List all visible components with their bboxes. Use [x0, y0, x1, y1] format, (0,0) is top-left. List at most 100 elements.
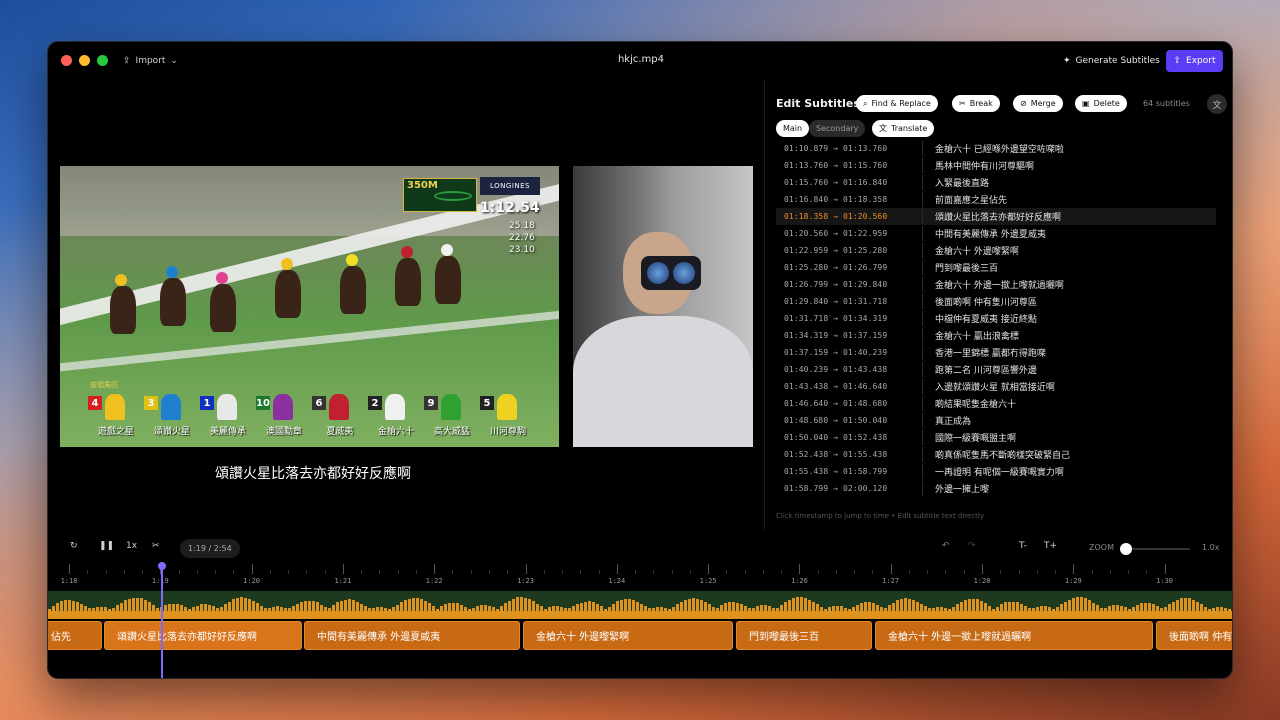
subtitle-timestamp[interactable]: 01:43.438 → 01:46.640: [776, 382, 916, 391]
generate-subtitles-button[interactable]: ✦ Generate Subtitles: [1063, 52, 1160, 70]
subtitle-row[interactable]: 01:43.438 → 01:46.640 入邊就頌讚火星 就相當接近啊: [776, 378, 1216, 395]
subtitle-text[interactable]: 金槍六十 贏出浪禽標: [935, 329, 1019, 342]
subtitle-text[interactable]: 前面嘉應之星佔先: [935, 193, 1007, 206]
break-button[interactable]: ✂ Break: [952, 95, 1000, 112]
subtitle-row[interactable]: 01:13.760 → 01:15.760 馬林中間仲有川河尊驅啊: [776, 157, 1216, 174]
subtitle-text[interactable]: 真正成為: [935, 414, 971, 427]
subtitle-text[interactable]: 外邊一擁上嚟: [935, 482, 989, 495]
subtitle-timestamp[interactable]: 01:37.159 → 01:40.239: [776, 348, 916, 357]
waveform-bar: [1160, 608, 1163, 613]
redo-icon[interactable]: ↷: [968, 541, 976, 551]
subtitle-row[interactable]: 01:55.438 → 01:58.799 一再證明 有呢個一級賽嘅實力啊: [776, 463, 1216, 480]
subtitle-text[interactable]: 一再證明 有呢個一級賽嘅實力啊: [935, 465, 1064, 478]
subtitle-timestamp[interactable]: 01:40.239 → 01:43.438: [776, 365, 916, 374]
subtitle-block[interactable]: 後面啲啊 仲有: [1156, 621, 1232, 650]
merge-button[interactable]: ⊘ Merge: [1013, 95, 1063, 112]
waveform-bar: [800, 597, 803, 613]
subtitle-text[interactable]: 中檔仲有夏威夷 接近終點: [935, 312, 1037, 325]
subtitle-text[interactable]: 後面啲啊 仲有隻川河尊區: [935, 295, 1037, 308]
undo-icon[interactable]: ↶: [942, 541, 950, 551]
subtitle-row[interactable]: 01:10.879 → 01:13.760 金槍六十 已經喺外邊望空咗㗎啦: [776, 140, 1216, 157]
subtitle-text[interactable]: 馬林中間仲有川河尊驅啊: [935, 159, 1034, 172]
subtitle-text[interactable]: 入緊最後直路: [935, 176, 989, 189]
subtitle-timestamp[interactable]: 01:18.358 → 01:20.560: [776, 212, 916, 221]
video-player[interactable]: 350M LONGINES 1:12.54 25.18 22.76 23.10 …: [48, 80, 764, 530]
tab-main[interactable]: Main: [776, 120, 810, 137]
subtitle-row[interactable]: 01:18.358 → 01:20.560 頌讚火星比落去亦都好好反應啊: [776, 208, 1216, 225]
subtitle-block[interactable]: 金槍六十 外邊嚟緊啊: [523, 621, 733, 650]
subtitle-text[interactable]: 香港一里錦標 贏都冇得跑㗎: [935, 346, 1046, 359]
zoom-slider[interactable]: [1120, 543, 1190, 555]
subtitle-timestamp[interactable]: 01:22.959 → 01:25.280: [776, 246, 916, 255]
subtitle-timestamp[interactable]: 01:31.718 → 01:34.319: [776, 314, 916, 323]
find-replace-button[interactable]: ⌕ Find & Replace: [856, 95, 938, 112]
tab-secondary[interactable]: Secondary: [809, 120, 866, 137]
ruler-tick: [982, 564, 983, 574]
subtitle-text[interactable]: 金槍六十 外邊一撳上嚟就過曬啊: [935, 278, 1064, 291]
subtitle-row[interactable]: 01:34.319 → 01:37.159 金槍六十 贏出浪禽標: [776, 327, 1216, 344]
waveform-bar: [1032, 608, 1035, 613]
subtitle-row[interactable]: 01:22.959 → 01:25.280 金槍六十 外邊嚟緊啊: [776, 242, 1216, 259]
subtitle-row[interactable]: 01:58.799 → 02:00.120 外邊一擁上嚟: [776, 480, 1216, 497]
race-timer: 1:12.54: [480, 200, 540, 216]
subtitle-timestamp[interactable]: 01:25.280 → 01:26.799: [776, 263, 916, 272]
subtitle-text[interactable]: 門到嚟最後三百: [935, 261, 998, 274]
subtitle-row[interactable]: 01:16.840 → 01:18.358 前面嘉應之星佔先: [776, 191, 1216, 208]
subtitle-text[interactable]: 中間有美麗傳承 外邊夏威夷: [935, 227, 1046, 240]
subtitle-timestamp[interactable]: 01:15.760 → 01:16.840: [776, 178, 916, 187]
subtitle-block[interactable]: 佔先: [48, 621, 102, 650]
subtitle-row[interactable]: 01:20.560 → 01:22.959 中間有美麗傳承 外邊夏威夷: [776, 225, 1216, 242]
subtitle-text[interactable]: 國際一級賽嘅盟主啊: [935, 431, 1016, 444]
subtitle-timestamp[interactable]: 01:13.760 → 01:15.760: [776, 161, 916, 170]
export-button[interactable]: ⇪ Export: [1166, 50, 1223, 72]
speed-button[interactable]: 1x: [126, 541, 137, 551]
subtitle-text[interactable]: 跑第二名 川河尊區響外邊: [935, 363, 1037, 376]
subtitle-timestamp[interactable]: 01:26.799 → 01:29.840: [776, 280, 916, 289]
playhead-handle[interactable]: [158, 562, 166, 570]
loop-icon[interactable]: ↻: [70, 541, 78, 551]
audio-waveform[interactable]: [48, 591, 1232, 619]
subtitle-row[interactable]: 01:37.159 → 01:40.239 香港一里錦標 贏都冇得跑㗎: [776, 344, 1216, 361]
subtitle-block[interactable]: 金槍六十 外邊一撳上嚟就過曬啊: [875, 621, 1153, 650]
subtitle-row[interactable]: 01:40.239 → 01:43.438 跑第二名 川河尊區響外邊: [776, 361, 1216, 378]
subtitle-text[interactable]: 頌讚火星比落去亦都好好反應啊: [935, 210, 1061, 223]
delete-button[interactable]: ▣ Delete: [1075, 95, 1127, 112]
subtitle-text[interactable]: 啲結果呢隻金槍六十: [935, 397, 1016, 410]
subtitle-timestamp[interactable]: 01:16.840 → 01:18.358: [776, 195, 916, 204]
playhead[interactable]: [161, 562, 163, 678]
subtitle-text[interactable]: 入邊就頌讚火星 就相當接近啊: [935, 380, 1055, 393]
subtitle-row[interactable]: 01:52.438 → 01:55.438 啲真係呢隻馬不斷啲樣突破緊自己: [776, 446, 1216, 463]
subtitle-timestamp[interactable]: 01:10.879 → 01:13.760: [776, 144, 916, 153]
subtitle-text[interactable]: 金槍六十 已經喺外邊望空咗㗎啦: [935, 142, 1064, 155]
text-larger-button[interactable]: T+: [1044, 541, 1057, 551]
subtitle-timestamp[interactable]: 01:46.640 → 01:48.680: [776, 399, 916, 408]
timeline-ruler[interactable]: 1:181:191:201:211:221:231:241:251:261:27…: [48, 562, 1232, 590]
subtitle-timestamp[interactable]: 01:55.438 → 01:58.799: [776, 467, 916, 476]
subtitle-row[interactable]: 01:15.760 → 01:16.840 入緊最後直路: [776, 174, 1216, 191]
subtitle-row[interactable]: 01:25.280 → 01:26.799 門到嚟最後三百: [776, 259, 1216, 276]
subtitle-timestamp[interactable]: 01:34.319 → 01:37.159: [776, 331, 916, 340]
subtitle-timestamp[interactable]: 01:58.799 → 02:00.120: [776, 484, 916, 493]
subtitle-row[interactable]: 01:26.799 → 01:29.840 金槍六十 外邊一撳上嚟就過曬啊: [776, 276, 1216, 293]
subtitle-text[interactable]: 金槍六十 外邊嚟緊啊: [935, 244, 1019, 257]
translate-button[interactable]: 文 Translate: [872, 120, 935, 137]
subtitle-block[interactable]: 中間有美麗傳承 外邊夏威夷: [304, 621, 520, 650]
subtitle-row[interactable]: 01:29.840 → 01:31.718 後面啲啊 仲有隻川河尊區: [776, 293, 1216, 310]
subtitle-timestamp[interactable]: 01:52.438 → 01:55.438: [776, 450, 916, 459]
subtitle-timestamp[interactable]: 01:29.840 → 01:31.718: [776, 297, 916, 306]
zoom-slider-handle[interactable]: [1120, 543, 1132, 555]
subtitle-row[interactable]: 01:50.040 → 01:52.438 國際一級賽嘅盟主啊: [776, 429, 1216, 446]
subtitle-text[interactable]: 啲真係呢隻馬不斷啲樣突破緊自己: [935, 448, 1070, 461]
text-smaller-button[interactable]: T-: [1019, 541, 1027, 551]
pause-icon[interactable]: ❚❚: [99, 541, 114, 551]
translate-toggle-button[interactable]: 文: [1207, 94, 1227, 114]
subtitle-timestamp[interactable]: 01:50.040 → 01:52.438: [776, 433, 916, 442]
subtitle-block[interactable]: 門到嚟最後三百: [736, 621, 872, 650]
subtitle-timestamp[interactable]: 01:20.560 → 01:22.959: [776, 229, 916, 238]
subtitle-block[interactable]: 頌讚火星比落去亦都好好反應啊: [104, 621, 302, 650]
subtitle-timestamp[interactable]: 01:48.680 → 01:50.040: [776, 416, 916, 425]
scissors-icon[interactable]: ✂: [152, 541, 160, 551]
subtitle-row[interactable]: 01:46.640 → 01:48.680 啲結果呢隻金槍六十: [776, 395, 1216, 412]
subtitle-row[interactable]: 01:31.718 → 01:34.319 中檔仲有夏威夷 接近終點: [776, 310, 1216, 327]
subtitle-row[interactable]: 01:48.680 → 01:50.040 真正成為: [776, 412, 1216, 429]
